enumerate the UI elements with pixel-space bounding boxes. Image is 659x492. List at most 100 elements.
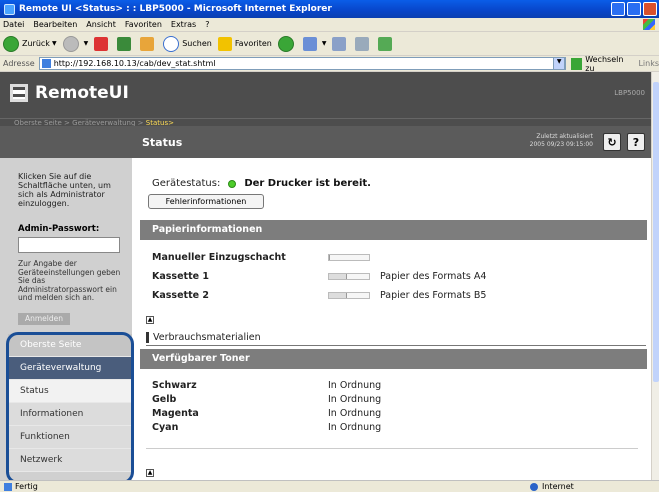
paper-level-gauge	[328, 254, 370, 261]
status-led-icon	[228, 179, 237, 188]
paper-level-fill	[329, 255, 330, 260]
error-info-button[interactable]: Fehlerinformationen	[148, 194, 264, 209]
section-divider	[146, 448, 638, 449]
toolbar: Zurück ▼ ▼ Suchen Favoriten ▼	[0, 32, 659, 56]
mail-button[interactable]: ▼	[302, 36, 327, 51]
nav-device-management[interactable]: Geräteverwaltung	[8, 357, 132, 380]
printer-logo-icon	[10, 84, 28, 102]
security-zone-text: Internet	[542, 482, 574, 491]
nav-item-status[interactable]: Status	[8, 380, 132, 403]
web-page: RemoteUI LBP5000 Oberste Seite > Gerätev…	[0, 72, 651, 480]
menu-help[interactable]: ?	[205, 20, 209, 29]
left-panel: Klicken Sie auf die Schaltfläche unten, …	[0, 158, 132, 480]
search-icon	[163, 35, 180, 52]
security-zone: Internet	[530, 482, 574, 491]
left-header-spacer	[0, 126, 132, 158]
toner-state: In Ordnung	[328, 422, 382, 433]
login-instructions: Klicken Sie auf die Schaltfläche unten, …	[18, 172, 111, 208]
paper-source-name: Kassette 1	[152, 271, 209, 282]
scroll-to-top-icon[interactable]: ▲	[146, 469, 154, 477]
toner-header: Verfügbarer Toner	[140, 349, 647, 369]
toner-color: Magenta	[152, 408, 199, 419]
paper-level-fill	[329, 293, 347, 298]
paper-row: Kassette 2 Papier des Formats B5	[152, 290, 632, 301]
paper-source-name: Manueller Einzugschacht	[152, 252, 286, 263]
menu-favoriten[interactable]: Favoriten	[125, 20, 162, 29]
globe-icon	[530, 482, 538, 491]
ie-icon	[4, 3, 15, 15]
menu-bearbeiten[interactable]: Bearbeiten	[33, 20, 77, 29]
page-icon	[41, 59, 51, 68]
menu-extras[interactable]: Extras	[171, 20, 196, 29]
chevron-down-icon: ▼	[51, 40, 57, 47]
menu-ansicht[interactable]: Ansicht	[86, 20, 116, 29]
status-ready: Fertig	[4, 482, 38, 491]
last-updated-time: 2005 09/23 09:15:00	[529, 141, 593, 148]
paper-source-name: Kassette 2	[152, 290, 209, 301]
go-label: Wechseln zu	[585, 54, 624, 73]
menu-datei[interactable]: Datei	[3, 20, 24, 29]
go-button[interactable]: Wechseln zu	[570, 54, 633, 73]
device-status-label: Gerätestatus:	[152, 178, 221, 189]
last-updated: Zuletzt aktualisiert 2005 09/23 09:15:00	[530, 133, 593, 149]
nav-item-network[interactable]: Netzwerk	[8, 449, 132, 472]
stop-button[interactable]	[94, 36, 111, 51]
toner-state: In Ordnung	[328, 394, 382, 405]
login-button[interactable]: Anmelden	[18, 313, 70, 325]
go-arrow-icon	[570, 57, 583, 70]
back-button[interactable]: Zurück ▼	[3, 35, 57, 52]
scroll-to-top-icon[interactable]: ▲	[146, 316, 154, 324]
nav-item-information[interactable]: Informationen	[8, 403, 132, 426]
star-icon	[217, 36, 232, 51]
toner-color: Cyan	[152, 422, 179, 433]
remote-ui-header: RemoteUI LBP5000	[0, 72, 651, 118]
vertical-scrollbar[interactable]	[651, 72, 659, 480]
links-button[interactable]: Links	[638, 59, 659, 68]
page-title-bar: Status Zuletzt aktualisiert 2005 09/23 0…	[132, 126, 651, 158]
paper-level-gauge	[328, 273, 370, 280]
forward-button[interactable]: ▼	[62, 35, 89, 52]
admin-password-input[interactable]	[18, 237, 120, 253]
toner-color: Gelb	[152, 394, 177, 405]
scrollbar-thumb[interactable]	[653, 82, 659, 382]
favorites-label: Favoriten	[234, 39, 272, 48]
browser-statusbar: Fertig Internet	[0, 480, 659, 492]
consumables-heading: Verbrauchsmaterialien	[146, 332, 644, 343]
device-status-value: Der Drucker ist bereit.	[244, 178, 371, 189]
maximize-button[interactable]	[627, 2, 641, 16]
messenger-button[interactable]	[378, 36, 395, 51]
refresh-icon: ↻	[607, 135, 617, 149]
nav-item-functions[interactable]: Funktionen	[8, 426, 132, 449]
refresh-button[interactable]: ↻	[603, 133, 621, 151]
chevron-down-icon: ▼	[321, 40, 327, 47]
toner-row: Cyan In Ordnung	[152, 422, 381, 433]
close-button[interactable]	[643, 2, 657, 16]
messenger-icon	[378, 36, 393, 51]
toner-row: Gelb In Ordnung	[152, 394, 381, 405]
edit-button[interactable]	[355, 36, 372, 51]
search-button[interactable]: Suchen	[163, 35, 212, 52]
print-button[interactable]	[332, 36, 349, 51]
page-title: Status	[142, 136, 183, 149]
address-input[interactable]: http://192.168.10.13/cab/dev_stat.shtml	[38, 57, 567, 70]
paper-source-info: Papier des Formats B5	[380, 290, 487, 301]
stop-icon	[94, 36, 109, 51]
refresh-browser-button[interactable]	[117, 36, 134, 51]
help-icon: ?	[632, 135, 640, 149]
address-url: http://192.168.10.13/cab/dev_stat.shtml	[53, 59, 216, 68]
nav-top-page[interactable]: Oberste Seite	[8, 334, 132, 357]
history-button[interactable]	[277, 35, 297, 52]
minimize-button[interactable]	[611, 2, 625, 16]
home-icon	[140, 36, 155, 51]
paper-source-info: Papier des Formats A4	[380, 271, 487, 282]
home-button[interactable]	[140, 36, 157, 51]
chevron-down-icon: ▼	[83, 40, 89, 47]
address-bar: Adresse http://192.168.10.13/cab/dev_sta…	[0, 54, 659, 73]
address-dropdown-button[interactable]: ▼	[553, 57, 565, 70]
favorites-button[interactable]: Favoriten	[217, 36, 272, 51]
history-icon	[277, 35, 294, 52]
toner-state: In Ordnung	[328, 380, 382, 391]
help-button[interactable]: ?	[627, 133, 645, 151]
toner-row: Schwarz In Ordnung	[152, 380, 381, 391]
paper-row: Kassette 1 Papier des Formats A4	[152, 271, 632, 282]
